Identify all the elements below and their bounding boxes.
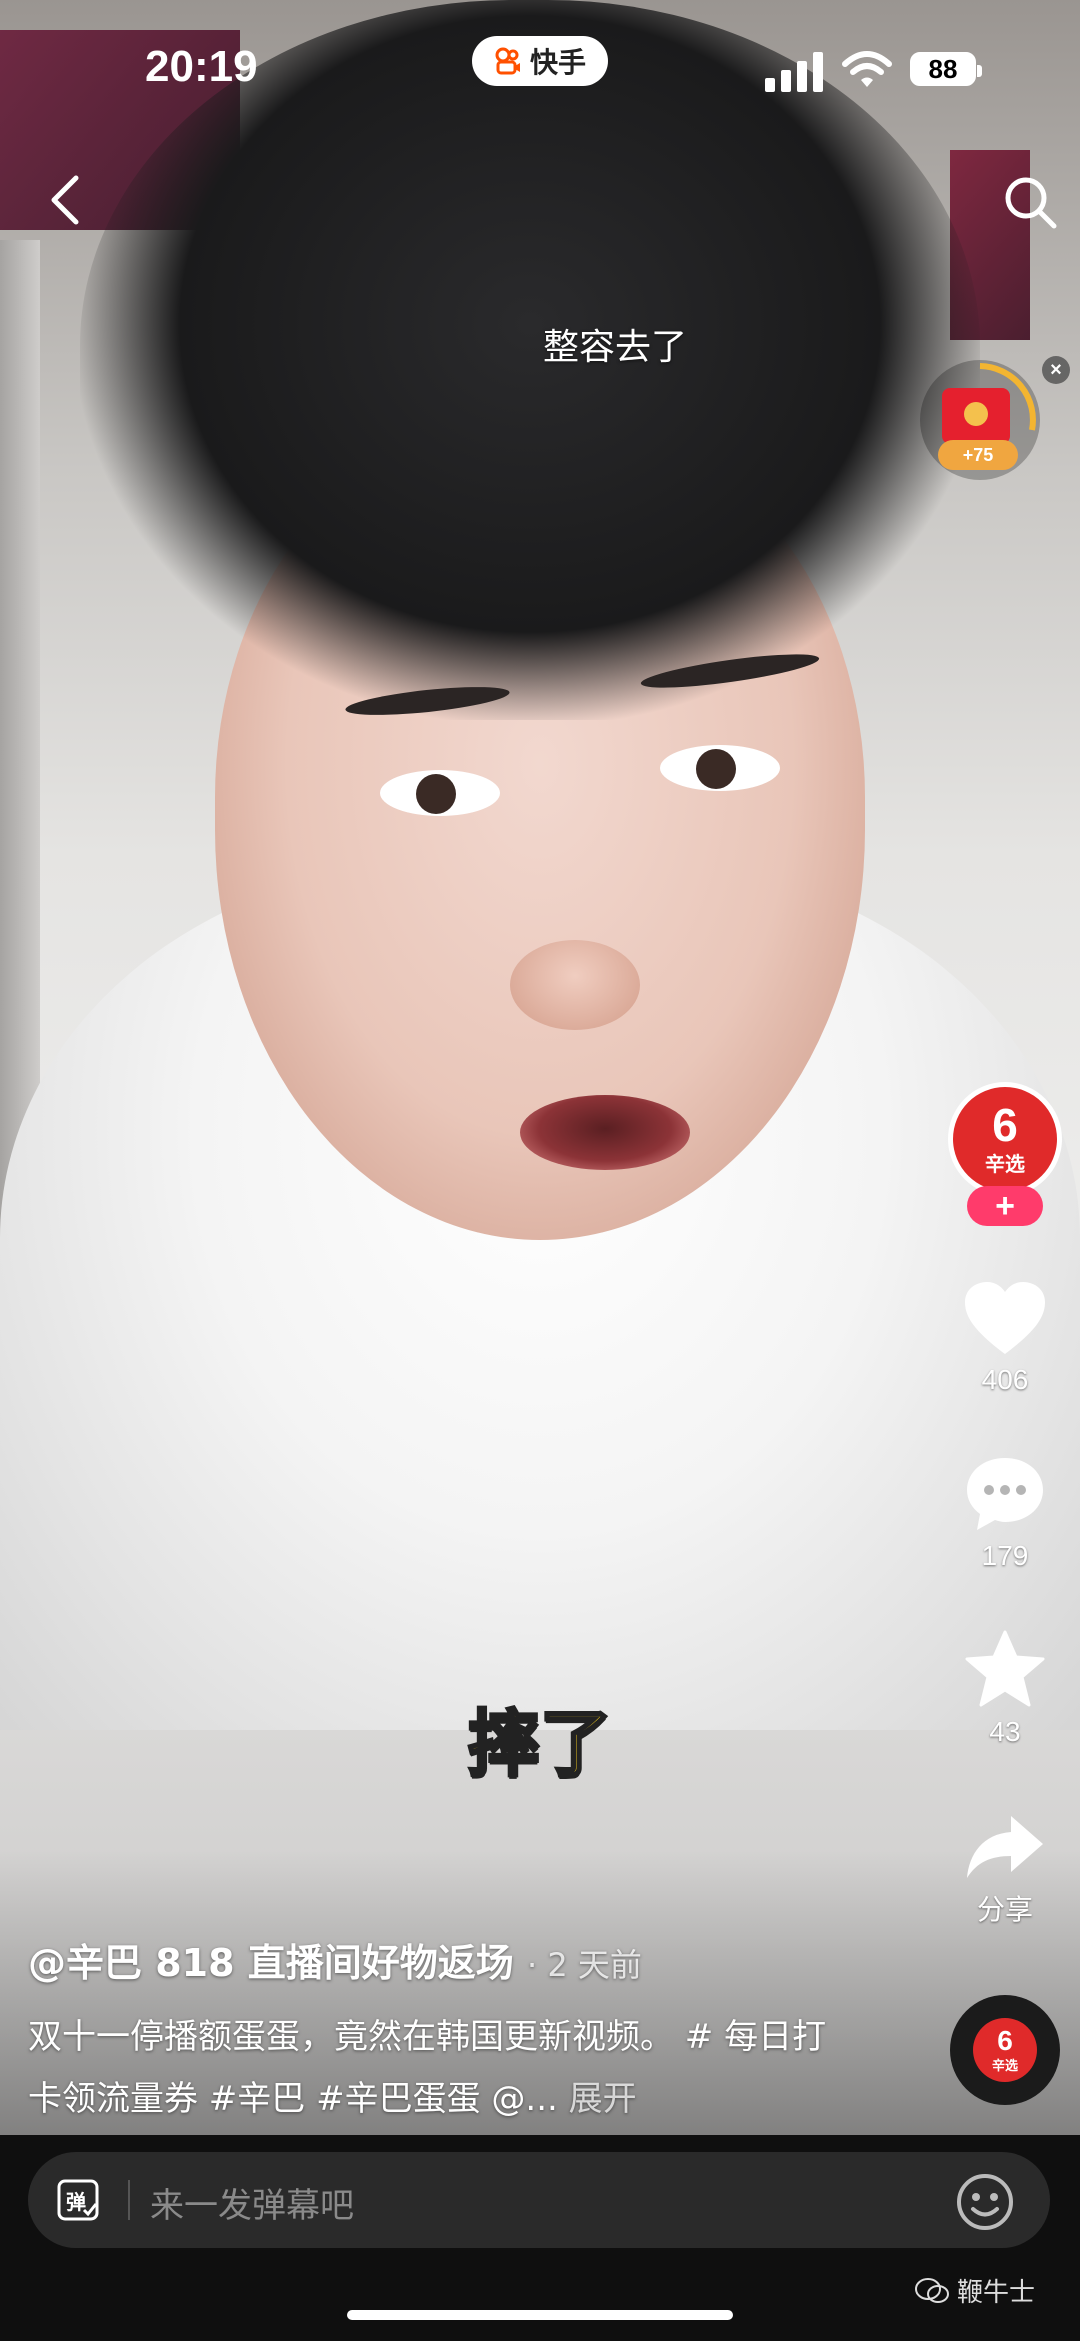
- like-button[interactable]: 406: [955, 1282, 1055, 1396]
- nose: [510, 940, 640, 1030]
- eye: [660, 745, 780, 791]
- video-player-screen: 20:19 快手 88 整容去了 +75 × 6 辛选 + 406 179 43…: [0, 0, 1080, 2341]
- creator-avatar[interactable]: 6 辛选: [948, 1082, 1062, 1196]
- app-name: 快手: [529, 46, 586, 79]
- kuaishou-logo-icon: [495, 47, 520, 75]
- author-name[interactable]: @辛巴 818 直播间好物返场: [28, 1941, 514, 1985]
- close-icon[interactable]: ×: [1042, 356, 1070, 384]
- music-disc-logo: 6 辛选: [973, 2018, 1037, 2082]
- battery-indicator: 88: [910, 52, 982, 86]
- share-arrow-icon: [967, 1816, 1043, 1878]
- back-arrow-icon[interactable]: [40, 170, 90, 230]
- avatar-logo: 6 辛选: [953, 1087, 1057, 1191]
- comment-count: 179: [981, 1540, 1029, 1571]
- reward-bonus: +75: [938, 440, 1018, 470]
- red-packet-reward[interactable]: +75: [920, 360, 1040, 480]
- kuaishou-pill[interactable]: 快手: [472, 36, 608, 86]
- follow-button[interactable]: +: [967, 1186, 1043, 1226]
- expand-link[interactable]: 展开: [558, 2079, 637, 2119]
- danmaku-icon[interactable]: 弹: [56, 2178, 100, 2222]
- avatar-number: 6: [992, 1098, 1018, 1151]
- watermark: 鞭牛士: [915, 2272, 1035, 2309]
- heart-icon: [965, 1282, 1045, 1354]
- emoji-icon[interactable]: [955, 2172, 1015, 2232]
- post-time: · 2 天前: [527, 1946, 642, 1984]
- eye: [380, 770, 500, 816]
- danmaku-placeholder[interactable]: 来一发弹幕吧: [150, 2178, 354, 2227]
- disc-number: 6: [997, 2024, 1013, 2056]
- red-envelope-icon: [942, 388, 1010, 444]
- video-subtitle: 摔了: [466, 1701, 613, 1788]
- search-icon[interactable]: [1000, 172, 1060, 232]
- comment-icon: [967, 1458, 1043, 1530]
- video-top-caption: 整容去了: [542, 327, 687, 368]
- input-divider: [128, 2180, 130, 2220]
- wechat-icon: [915, 2277, 949, 2303]
- comment-button[interactable]: 179: [955, 1456, 1055, 1572]
- watermark-text: 鞭牛士: [957, 2278, 1036, 2308]
- disc-text: 辛选: [991, 2058, 1018, 2074]
- danmaku-icon-text: 弹: [66, 2190, 86, 2214]
- avatar-text: 辛选: [985, 1151, 1025, 1176]
- share-label: 分享: [976, 1894, 1033, 1925]
- signal-icon: [765, 52, 823, 92]
- like-count: 406: [981, 1364, 1029, 1395]
- author-line: @辛巴 818 直播间好物返场 · 2 天前: [28, 1932, 908, 1987]
- wifi-icon: [842, 51, 892, 87]
- music-disc[interactable]: 6 辛选: [950, 1995, 1060, 2105]
- home-indicator[interactable]: [347, 2310, 733, 2320]
- status-time: 20:19: [145, 42, 258, 91]
- share-button[interactable]: 分享: [955, 1814, 1055, 1928]
- mouth: [520, 1095, 690, 1170]
- post-description: 双十一停播额蛋蛋，竟然在韩国更新视频。 # 每日打卡领流量券 #辛巴 #辛巴蛋蛋…: [28, 2006, 828, 2130]
- description-text: 双十一停播额蛋蛋，竟然在韩国更新视频。 # 每日打卡领流量券 #辛巴 #辛巴蛋蛋…: [28, 2017, 827, 2119]
